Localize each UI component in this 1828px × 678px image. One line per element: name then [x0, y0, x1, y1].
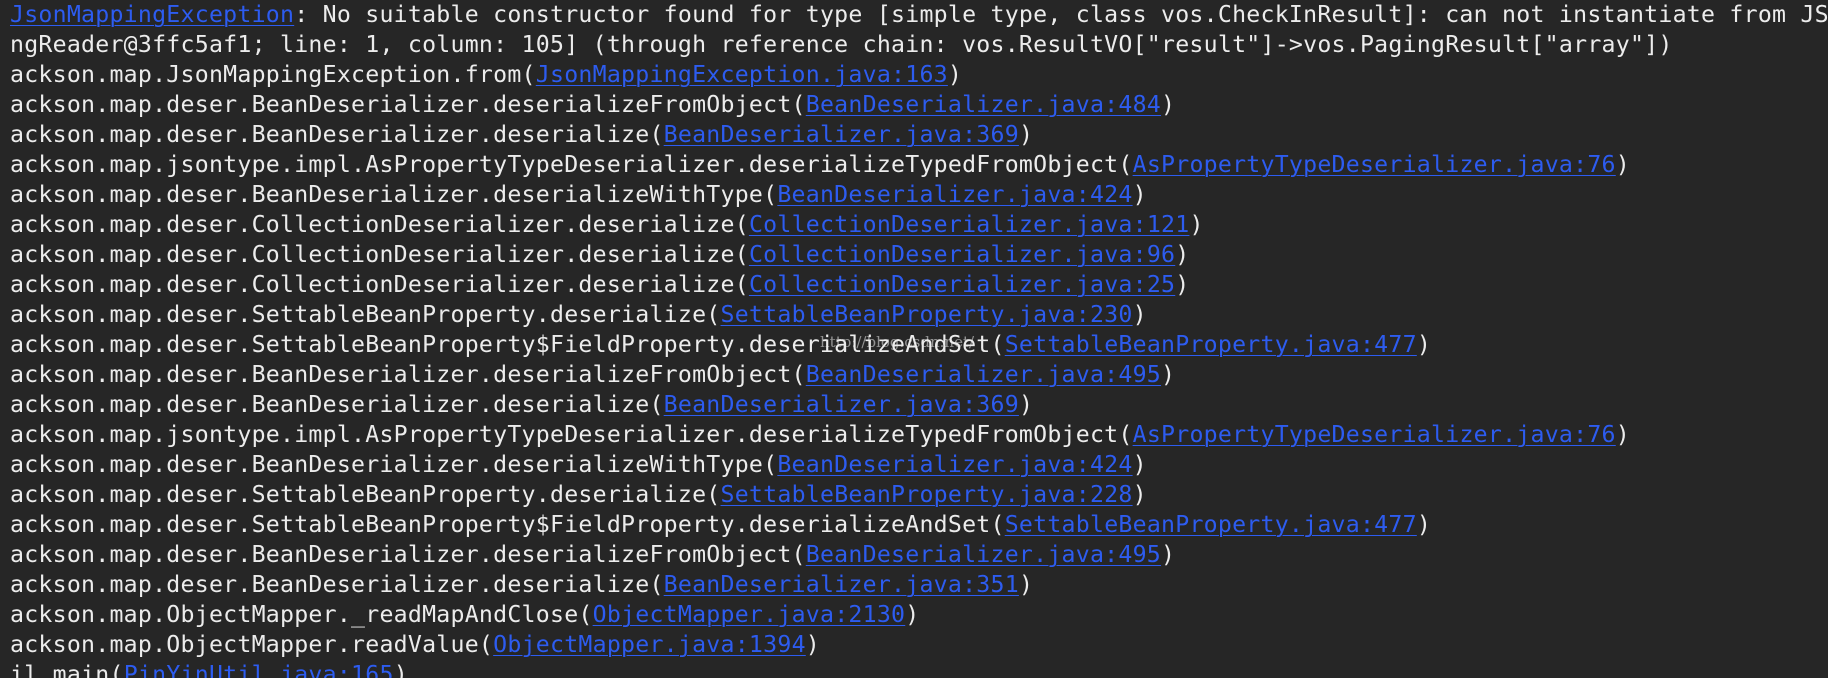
line-close-paren: ) [1615, 151, 1630, 178]
line-close-paren: ) [1161, 361, 1176, 388]
console-line: ackson.map.deser.BeanDeserializer.deseri… [10, 120, 1033, 150]
line-text: ackson.map.deser.BeanDeserializer.deseri… [10, 391, 664, 418]
console-line: ackson.map.deser.BeanDeserializer.deseri… [10, 390, 1033, 420]
line-close-paren: ) [1018, 391, 1034, 418]
line-text: ackson.map.deser.BeanDeserializer.deseri… [10, 181, 778, 208]
source-link[interactable]: PinYinUtil.java:165 [124, 661, 394, 678]
source-link[interactable]: ObjectMapper.java:1394 [493, 631, 806, 658]
line-close-paren: ) [1132, 181, 1147, 208]
line-text: ackson.map.deser.SettableBeanProperty$Fi… [10, 511, 1005, 538]
console-line: ackson.map.deser.BeanDeserializer.deseri… [10, 360, 1175, 390]
line-text: ackson.map.ObjectMapper.readValue( [10, 631, 494, 658]
line-text: ackson.map.deser.BeanDeserializer.deseri… [10, 541, 806, 568]
source-link[interactable]: CollectionDeserializer.java:96 [749, 241, 1175, 268]
line-text: ackson.map.deser.SettableBeanProperty.de… [10, 481, 721, 508]
line-text: ackson.map.deser.CollectionDeserializer.… [10, 211, 749, 238]
source-link[interactable]: BeanDeserializer.java:484 [806, 91, 1161, 118]
console-line: il.main(PinYinUtil.java:165) [10, 660, 408, 678]
console-output[interactable]: JsonMappingException: No suitable constr… [0, 0, 1828, 678]
line-close-paren: ) [1018, 571, 1034, 598]
line-close-paren: ) [905, 601, 920, 628]
console-line: ackson.map.deser.BeanDeserializer.deseri… [10, 90, 1175, 120]
line-close-paren: ) [1416, 331, 1432, 358]
source-link[interactable]: ObjectMapper.java:2130 [593, 601, 906, 628]
line-text: ackson.map.ObjectMapper._readMapAndClose… [10, 601, 593, 628]
line-text: ackson.map.deser.BeanDeserializer.deseri… [10, 91, 806, 118]
line-close-paren: ) [1615, 421, 1630, 448]
line-text: il.main( [10, 661, 124, 678]
console-line: ackson.map.deser.SettableBeanProperty.de… [10, 300, 1147, 330]
console-line: ackson.map.deser.SettableBeanProperty$Fi… [10, 510, 1431, 540]
line-close-paren: ) [1175, 241, 1190, 268]
source-link[interactable]: JsonMappingException [10, 1, 294, 28]
source-link[interactable]: SettableBeanProperty.java:230 [721, 301, 1133, 328]
console-line: ackson.map.jsontype.impl.AsPropertyTypeD… [10, 420, 1630, 450]
source-link[interactable]: SettableBeanProperty.java:477 [1005, 511, 1417, 538]
line-close-paren: ) [1189, 211, 1204, 238]
console-line: ackson.map.deser.BeanDeserializer.deseri… [10, 540, 1175, 570]
line-close-paren: ) [393, 661, 408, 678]
line-close-paren: ) [1416, 511, 1432, 538]
line-text: ackson.map.deser.CollectionDeserializer.… [10, 241, 749, 268]
line-close-paren: ) [1132, 481, 1147, 508]
line-text: ackson.map.jsontype.impl.AsPropertyTypeD… [10, 421, 1133, 448]
line-text: ackson.map.deser.BeanDeserializer.deseri… [10, 451, 778, 478]
line-close-paren: ) [1132, 451, 1147, 478]
source-link[interactable]: CollectionDeserializer.java:25 [749, 271, 1175, 298]
line-text: ackson.map.deser.SettableBeanProperty.de… [10, 301, 721, 328]
line-close-paren: ) [1161, 541, 1176, 568]
line-close-paren: ) [1175, 271, 1190, 298]
line-text: ackson.map.JsonMappingException.from( [10, 61, 536, 88]
line-close-paren: ) [1132, 301, 1147, 328]
console-line: ackson.map.ObjectMapper._readMapAndClose… [10, 600, 919, 630]
console-line: ackson.map.deser.SettableBeanProperty$Fi… [10, 330, 1431, 360]
source-link[interactable]: BeanDeserializer.java:495 [806, 361, 1161, 388]
line-text: : No suitable constructor found for type… [294, 1, 1828, 28]
console-line: JsonMappingException: No suitable constr… [10, 0, 1828, 30]
console-line: ackson.map.deser.CollectionDeserializer.… [10, 270, 1189, 300]
line-close-paren: ) [1161, 91, 1176, 118]
console-line: ackson.map.deser.BeanDeserializer.deseri… [10, 180, 1147, 210]
source-link[interactable]: BeanDeserializer.java:369 [664, 391, 1019, 418]
line-text: ackson.map.deser.SettableBeanProperty$Fi… [10, 331, 1005, 358]
line-close-paren: ) [805, 631, 820, 658]
line-close-paren: ) [947, 61, 963, 88]
source-link[interactable]: BeanDeserializer.java:424 [777, 451, 1132, 478]
source-link[interactable]: AsPropertyTypeDeserializer.java:76 [1133, 151, 1616, 178]
source-link[interactable]: JsonMappingException.java:163 [536, 61, 948, 88]
console-line: ackson.map.deser.BeanDeserializer.deseri… [10, 570, 1033, 600]
line-close-paren: ) [1018, 121, 1034, 148]
console-line: ackson.map.JsonMappingException.from(Jso… [10, 60, 962, 90]
source-link[interactable]: BeanDeserializer.java:424 [777, 181, 1132, 208]
console-line: ngReader@3ffc5af1; line: 1, column: 105]… [10, 30, 1673, 60]
console-line: ackson.map.deser.SettableBeanProperty.de… [10, 480, 1147, 510]
line-text: ngReader@3ffc5af1; line: 1, column: 105]… [10, 31, 1673, 58]
source-link[interactable]: AsPropertyTypeDeserializer.java:76 [1133, 421, 1616, 448]
line-text: ackson.map.deser.BeanDeserializer.deseri… [10, 121, 664, 148]
source-link[interactable]: BeanDeserializer.java:351 [664, 571, 1019, 598]
line-text: ackson.map.deser.CollectionDeserializer.… [10, 271, 749, 298]
source-link[interactable]: BeanDeserializer.java:495 [806, 541, 1161, 568]
line-text: ackson.map.jsontype.impl.AsPropertyTypeD… [10, 151, 1133, 178]
console-line: ackson.map.deser.CollectionDeserializer.… [10, 240, 1189, 270]
line-text: ackson.map.deser.BeanDeserializer.deseri… [10, 361, 806, 388]
source-link[interactable]: SettableBeanProperty.java:228 [721, 481, 1133, 508]
line-text: ackson.map.deser.BeanDeserializer.deseri… [10, 571, 664, 598]
source-link[interactable]: CollectionDeserializer.java:121 [749, 211, 1190, 238]
console-line: ackson.map.deser.BeanDeserializer.deseri… [10, 450, 1147, 480]
console-line: ackson.map.jsontype.impl.AsPropertyTypeD… [10, 150, 1630, 180]
console-line: ackson.map.deser.CollectionDeserializer.… [10, 210, 1204, 240]
console-line: ackson.map.ObjectMapper.readValue(Object… [10, 630, 820, 660]
source-link[interactable]: SettableBeanProperty.java:477 [1005, 331, 1417, 358]
source-link[interactable]: BeanDeserializer.java:369 [664, 121, 1019, 148]
